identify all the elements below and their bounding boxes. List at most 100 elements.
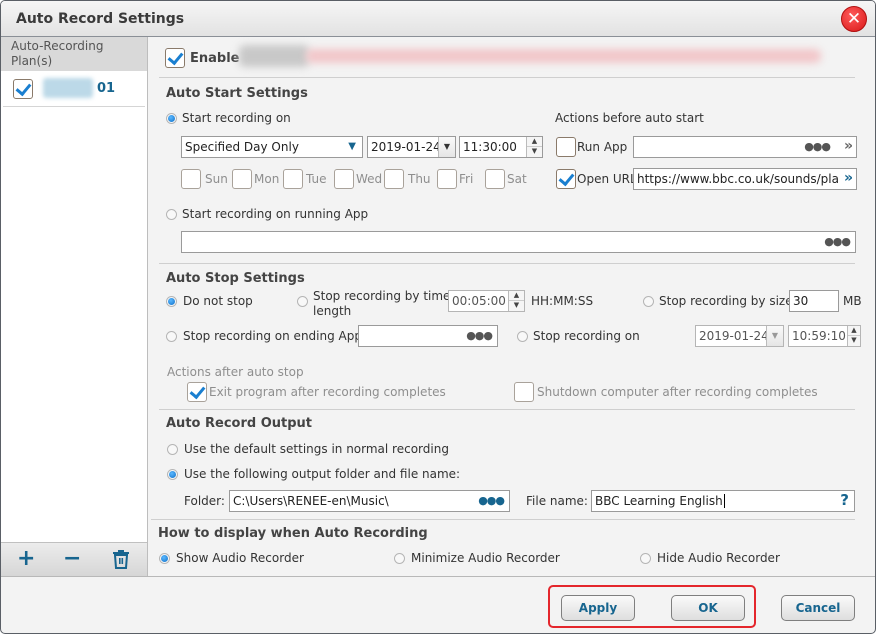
size-input[interactable]: 30 <box>789 290 839 312</box>
divider <box>159 409 855 410</box>
open-url-arrow-icon[interactable]: » <box>844 169 853 188</box>
plan-enable-checkbox[interactable] <box>13 79 33 99</box>
stop-by-time-label: Stop recording by time length <box>313 289 450 319</box>
dropdown-arrow-icon: ▼ <box>348 141 356 152</box>
stop-time-spinner[interactable]: 10:59:10 ▲ ▼ <box>788 325 861 347</box>
browse-icon[interactable]: ●●● <box>824 232 851 252</box>
browse-icon[interactable]: ●●● <box>804 137 831 157</box>
stop-date-picker[interactable]: 2019-01-24 ▼ <box>695 325 784 347</box>
stop-by-time-label-line2: length <box>313 304 352 318</box>
hide-recorder-radio[interactable] <box>640 553 651 564</box>
start-on-running-app-label: Start recording on running App <box>182 207 369 221</box>
run-app-checkbox[interactable] <box>556 137 576 157</box>
shutdown-checkbox[interactable] <box>514 382 534 402</box>
spin-up-icon[interactable]: ▲ <box>848 326 860 336</box>
start-recording-on-label: Start recording on <box>182 111 291 125</box>
weekday-wed-checkbox[interactable] <box>334 169 354 189</box>
stop-by-size-radio[interactable] <box>643 296 654 307</box>
spin-down-icon[interactable]: ▼ <box>527 147 542 157</box>
folder-value: C:\Users\RENEE-en\Music\ <box>233 494 389 508</box>
open-url-value: https://www.bbc.co.uk/sounds/pla <box>637 172 839 186</box>
running-app-input[interactable]: ●●● <box>181 231 856 253</box>
open-url-label: Open URL <box>577 172 637 186</box>
stop-by-time-label-line1: Stop recording by time <box>313 289 451 303</box>
show-recorder-label: Show Audio Recorder <box>176 551 304 565</box>
weekday-sun-label: Sun <box>205 172 228 186</box>
time-length-spinner[interactable]: 00:05:00 ▲ ▼ <box>448 290 525 312</box>
browse-folder-icon[interactable]: ●●● <box>478 491 505 511</box>
date-dropdown-icon[interactable]: ▼ <box>766 326 783 346</box>
show-recorder-radio[interactable] <box>159 553 170 564</box>
auto-start-title: Auto Start Settings <box>166 86 308 101</box>
start-date-picker[interactable]: 2019-01-24 ▼ <box>367 136 456 158</box>
stop-by-size-label: Stop recording by size <box>659 294 793 308</box>
weekday-tue-checkbox[interactable] <box>283 169 303 189</box>
time-spin-buttons[interactable]: ▲ ▼ <box>526 137 542 157</box>
weekday-tue-label: Tue <box>306 172 327 186</box>
stop-time-value: 10:59:10 <box>792 329 846 343</box>
time-length-spin-buttons[interactable]: ▲ ▼ <box>508 291 524 311</box>
delete-plan-button[interactable] <box>111 549 131 574</box>
start-recording-on-radio[interactable] <box>166 113 177 124</box>
weekday-mon-checkbox[interactable] <box>232 169 252 189</box>
minimize-recorder-radio[interactable] <box>394 553 405 564</box>
spin-down-icon[interactable]: ▼ <box>848 336 860 346</box>
apply-button[interactable]: Apply <box>561 595 635 621</box>
folder-input[interactable]: C:\Users\RENEE-en\Music\ ●●● <box>229 490 510 512</box>
run-app-label: Run App <box>577 140 628 154</box>
stop-recording-on-radio[interactable] <box>517 331 528 342</box>
exit-program-checkbox[interactable] <box>187 382 207 402</box>
filename-input[interactable]: BBC Learning English ? <box>591 490 855 512</box>
schedule-value: Specified Day Only <box>185 140 299 154</box>
weekday-fri-label: Fri <box>459 172 474 186</box>
start-on-running-app-radio[interactable] <box>166 209 177 220</box>
hide-recorder-label: Hide Audio Recorder <box>657 551 780 565</box>
stop-on-ending-app-label: Stop recording on ending App <box>183 329 362 343</box>
schedule-select[interactable]: Specified Day Only ▼ <box>181 136 363 158</box>
remove-plan-button[interactable]: − <box>63 548 81 570</box>
weekday-sat-checkbox[interactable] <box>485 169 505 189</box>
run-app-input[interactable]: ●●● » <box>633 136 857 158</box>
default-output-label: Use the default settings in normal recor… <box>184 442 449 456</box>
ok-button[interactable]: OK <box>671 595 745 621</box>
open-url-input[interactable]: https://www.bbc.co.uk/sounds/pla » <box>633 168 857 190</box>
shutdown-label: Shutdown computer after recording comple… <box>537 385 818 399</box>
spin-down-icon[interactable]: ▼ <box>509 301 524 311</box>
add-plan-button[interactable]: + <box>17 548 35 570</box>
custom-output-radio[interactable] <box>167 469 178 480</box>
do-not-stop-label: Do not stop <box>183 294 253 308</box>
exit-program-label: Exit program after recording completes <box>209 385 446 399</box>
weekday-sun-checkbox[interactable] <box>181 169 201 189</box>
do-not-stop-radio[interactable] <box>166 296 177 307</box>
stop-by-time-radio[interactable] <box>297 296 308 307</box>
custom-output-label: Use the following output folder and file… <box>184 467 461 481</box>
weekday-fri-checkbox[interactable] <box>437 169 457 189</box>
spin-up-icon[interactable]: ▲ <box>509 291 524 301</box>
stop-time-spin-buttons[interactable]: ▲ ▼ <box>847 326 860 346</box>
close-icon: ✕ <box>846 9 862 29</box>
plan-name-suffix: 01 <box>97 81 116 96</box>
date-dropdown-icon[interactable]: ▼ <box>438 137 455 157</box>
plan-item[interactable]: 01 <box>3 71 145 107</box>
stop-date-value: 2019-01-24 <box>699 329 769 343</box>
enable-checkbox[interactable] <box>165 48 185 68</box>
weekday-sat-label: Sat <box>507 172 527 186</box>
ending-app-input[interactable]: ●●● <box>358 325 498 347</box>
notice-redacted <box>306 49 821 63</box>
run-arrow-icon[interactable]: » <box>844 137 853 156</box>
cancel-button[interactable]: Cancel <box>781 595 855 621</box>
time-format-label: HH:MM:SS <box>531 294 594 308</box>
default-output-radio[interactable] <box>167 444 178 455</box>
help-icon[interactable]: ? <box>840 491 849 510</box>
plans-header: Auto-Recording Plan(s) <box>1 37 147 71</box>
start-time-spinner[interactable]: 11:30:00 ▲ ▼ <box>459 136 543 158</box>
divider <box>159 263 855 264</box>
open-url-checkbox[interactable] <box>556 169 576 189</box>
close-button[interactable]: ✕ <box>841 6 867 32</box>
weekday-thu-checkbox[interactable] <box>384 169 404 189</box>
spin-up-icon[interactable]: ▲ <box>527 137 542 147</box>
trash-icon <box>113 550 129 569</box>
time-length-value: 00:05:00 <box>452 294 506 308</box>
browse-icon[interactable]: ●●● <box>466 326 493 346</box>
stop-on-ending-app-radio[interactable] <box>166 331 177 342</box>
